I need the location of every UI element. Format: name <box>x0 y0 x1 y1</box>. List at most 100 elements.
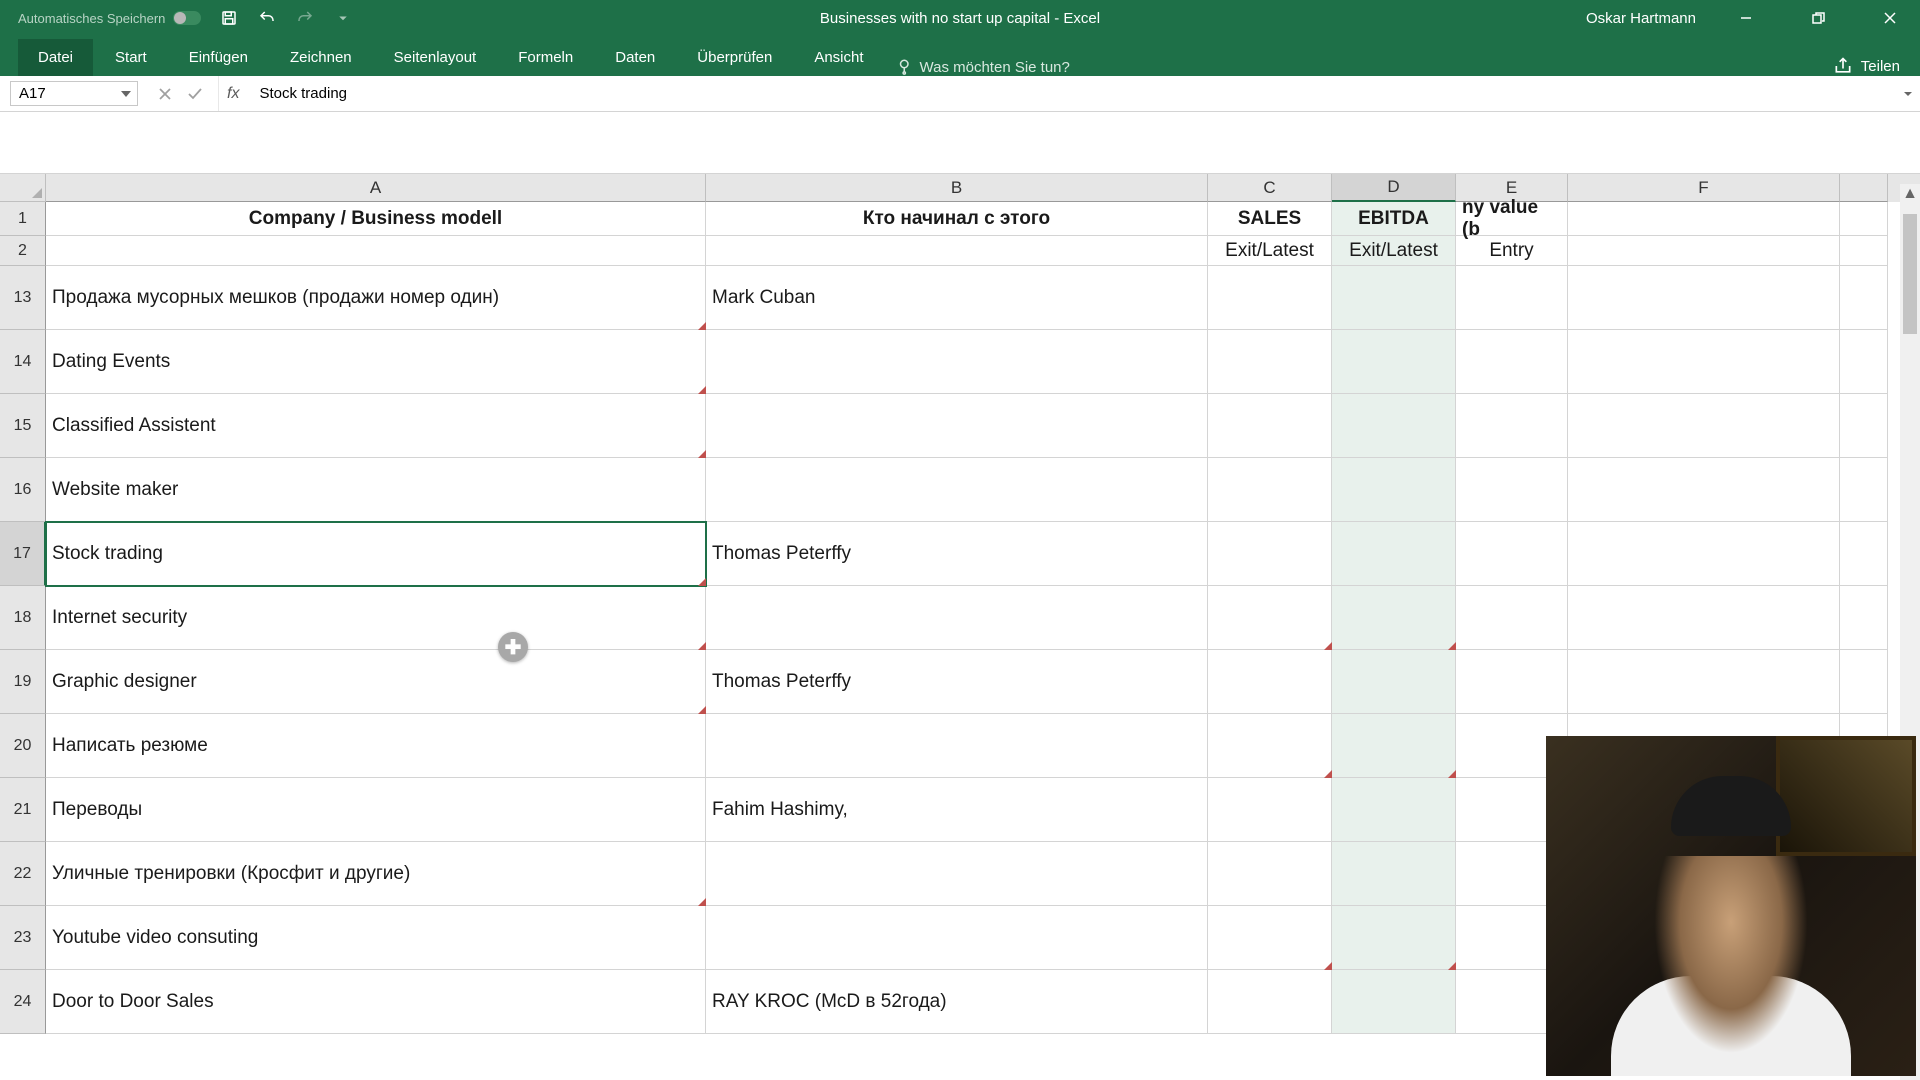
cell[interactable] <box>1332 266 1456 330</box>
name-box[interactable]: A17 <box>10 81 138 106</box>
cell[interactable] <box>1332 330 1456 394</box>
cell[interactable]: Entry <box>1456 236 1568 266</box>
cell[interactable]: Thomas Peterffy <box>706 650 1208 714</box>
fx-icon[interactable]: fx <box>219 76 247 111</box>
cell[interactable]: ny value (b <box>1456 202 1568 236</box>
undo-icon[interactable] <box>257 8 277 28</box>
row-header[interactable]: 16 <box>0 458 46 522</box>
cell[interactable] <box>1332 586 1456 650</box>
row-header[interactable]: 22 <box>0 842 46 906</box>
cell[interactable] <box>1456 330 1568 394</box>
row-header[interactable]: 2 <box>0 236 46 266</box>
tab-start[interactable]: Start <box>95 39 167 76</box>
row-header[interactable]: 18 <box>0 586 46 650</box>
cell[interactable] <box>1208 330 1332 394</box>
cell[interactable] <box>1456 458 1568 522</box>
cell[interactable] <box>1568 236 1840 266</box>
cell[interactable] <box>706 458 1208 522</box>
maximize-button[interactable] <box>1796 0 1840 36</box>
cell[interactable] <box>1332 714 1456 778</box>
select-all-corner[interactable] <box>0 174 46 202</box>
cell[interactable] <box>1840 458 1888 522</box>
cell[interactable] <box>1840 330 1888 394</box>
tab-formeln[interactable]: Formeln <box>498 39 593 76</box>
qat-dropdown-icon[interactable] <box>333 8 353 28</box>
col-header-d[interactable]: D <box>1332 174 1456 202</box>
cell[interactable] <box>1456 650 1568 714</box>
cell[interactable] <box>1568 330 1840 394</box>
cell[interactable]: Кто начинал с этого <box>706 202 1208 236</box>
cell[interactable] <box>1332 394 1456 458</box>
cell[interactable] <box>1208 778 1332 842</box>
cell[interactable] <box>1840 202 1888 236</box>
row-header[interactable]: 13 <box>0 266 46 330</box>
cell[interactable] <box>1568 394 1840 458</box>
cell[interactable] <box>706 842 1208 906</box>
cell[interactable]: Fahim Hashimy, <box>706 778 1208 842</box>
cell[interactable] <box>1456 394 1568 458</box>
cell[interactable]: Dating Events <box>46 330 706 394</box>
row-header[interactable]: 17 <box>0 522 46 586</box>
row-header[interactable]: 24 <box>0 970 46 1034</box>
cell[interactable] <box>1568 650 1840 714</box>
save-icon[interactable] <box>219 8 239 28</box>
col-header-f[interactable]: F <box>1568 174 1840 202</box>
cell[interactable] <box>1208 650 1332 714</box>
cell[interactable] <box>1208 394 1332 458</box>
cell[interactable] <box>1332 970 1456 1034</box>
cell[interactable] <box>1208 842 1332 906</box>
cell[interactable]: Youtube video consuting <box>46 906 706 970</box>
cell[interactable] <box>1332 650 1456 714</box>
cell[interactable] <box>1456 522 1568 586</box>
cell[interactable]: Website maker <box>46 458 706 522</box>
tab-datei[interactable]: Datei <box>18 39 93 76</box>
cell[interactable] <box>706 394 1208 458</box>
close-button[interactable] <box>1868 0 1912 36</box>
cell[interactable] <box>1208 586 1332 650</box>
cell[interactable] <box>1208 714 1332 778</box>
col-header-a[interactable]: A <box>46 174 706 202</box>
row-header[interactable]: 20 <box>0 714 46 778</box>
cell[interactable] <box>1208 522 1332 586</box>
tab-ueberpruefen[interactable]: Überprüfen <box>677 39 792 76</box>
auto-save-toggle[interactable]: Automatisches Speichern <box>18 11 201 26</box>
cell[interactable] <box>1332 778 1456 842</box>
cell[interactable] <box>1208 458 1332 522</box>
cell[interactable] <box>1568 202 1840 236</box>
tab-daten[interactable]: Daten <box>595 39 675 76</box>
formula-cancel-icon[interactable] <box>152 81 178 107</box>
cell[interactable] <box>1568 522 1840 586</box>
cell[interactable]: Переводы <box>46 778 706 842</box>
tab-einfuegen[interactable]: Einfügen <box>169 39 268 76</box>
row-header[interactable]: 21 <box>0 778 46 842</box>
cell[interactable] <box>1332 522 1456 586</box>
cell[interactable] <box>706 714 1208 778</box>
row-header[interactable]: 15 <box>0 394 46 458</box>
cell[interactable]: Stock trading <box>46 522 706 586</box>
cell[interactable] <box>1840 650 1888 714</box>
cell[interactable] <box>1456 266 1568 330</box>
cell[interactable]: Уличные тренировки (Кросфит и другие) <box>46 842 706 906</box>
cell[interactable] <box>1208 906 1332 970</box>
cell[interactable] <box>1840 266 1888 330</box>
plus-badge-icon[interactable]: ✚ <box>498 632 528 662</box>
cell[interactable]: Company / Business modell <box>46 202 706 236</box>
cell[interactable] <box>1332 458 1456 522</box>
cell[interactable]: Exit/Latest <box>1332 236 1456 266</box>
redo-icon[interactable] <box>295 8 315 28</box>
col-header-rest[interactable] <box>1840 174 1888 202</box>
scroll-thumb[interactable] <box>1903 214 1917 334</box>
col-header-c[interactable]: C <box>1208 174 1332 202</box>
cell[interactable] <box>1568 458 1840 522</box>
cell[interactable] <box>46 236 706 266</box>
formula-expand-icon[interactable] <box>1896 76 1920 111</box>
cell[interactable] <box>1840 236 1888 266</box>
minimize-button[interactable] <box>1724 0 1768 36</box>
row-header[interactable]: 23 <box>0 906 46 970</box>
cell[interactable]: Exit/Latest <box>1208 236 1332 266</box>
tab-zeichnen[interactable]: Zeichnen <box>270 39 372 76</box>
cell[interactable]: RAY KROC (McD в 52года) <box>706 970 1208 1034</box>
cell[interactable]: Thomas Peterffy <box>706 522 1208 586</box>
cell[interactable] <box>1840 586 1888 650</box>
cell[interactable] <box>1568 266 1840 330</box>
